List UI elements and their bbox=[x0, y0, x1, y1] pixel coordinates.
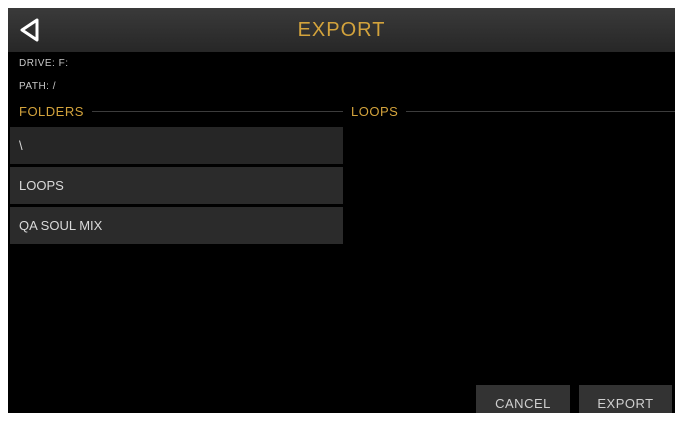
loops-label: LOOPS bbox=[351, 104, 399, 119]
export-screen: EXPORT DRIVE: F: PATH: / FOLDERS LOOPS \… bbox=[8, 8, 675, 413]
top-bar: EXPORT bbox=[8, 8, 675, 52]
folders-header: FOLDERS bbox=[19, 104, 343, 119]
path-label: PATH: / bbox=[19, 81, 57, 92]
loops-header: LOOPS bbox=[351, 104, 675, 119]
loops-divider bbox=[406, 111, 675, 112]
drive-label: DRIVE: F: bbox=[19, 58, 69, 69]
folder-item-root[interactable]: \ bbox=[10, 127, 343, 164]
page-title: EXPORT bbox=[297, 19, 386, 41]
back-triangle-icon bbox=[20, 18, 39, 42]
folders-label: FOLDERS bbox=[19, 104, 84, 119]
folder-item-qa-soul-mix[interactable]: QA SOUL MIX bbox=[10, 207, 343, 244]
folder-item-loops[interactable]: LOOPS bbox=[10, 167, 343, 204]
export-button[interactable]: EXPORT bbox=[579, 385, 672, 413]
folders-divider bbox=[91, 111, 343, 112]
folder-list: \ LOOPS QA SOUL MIX bbox=[10, 127, 343, 247]
cancel-button[interactable]: CANCEL bbox=[476, 385, 570, 413]
back-button[interactable] bbox=[12, 12, 48, 48]
